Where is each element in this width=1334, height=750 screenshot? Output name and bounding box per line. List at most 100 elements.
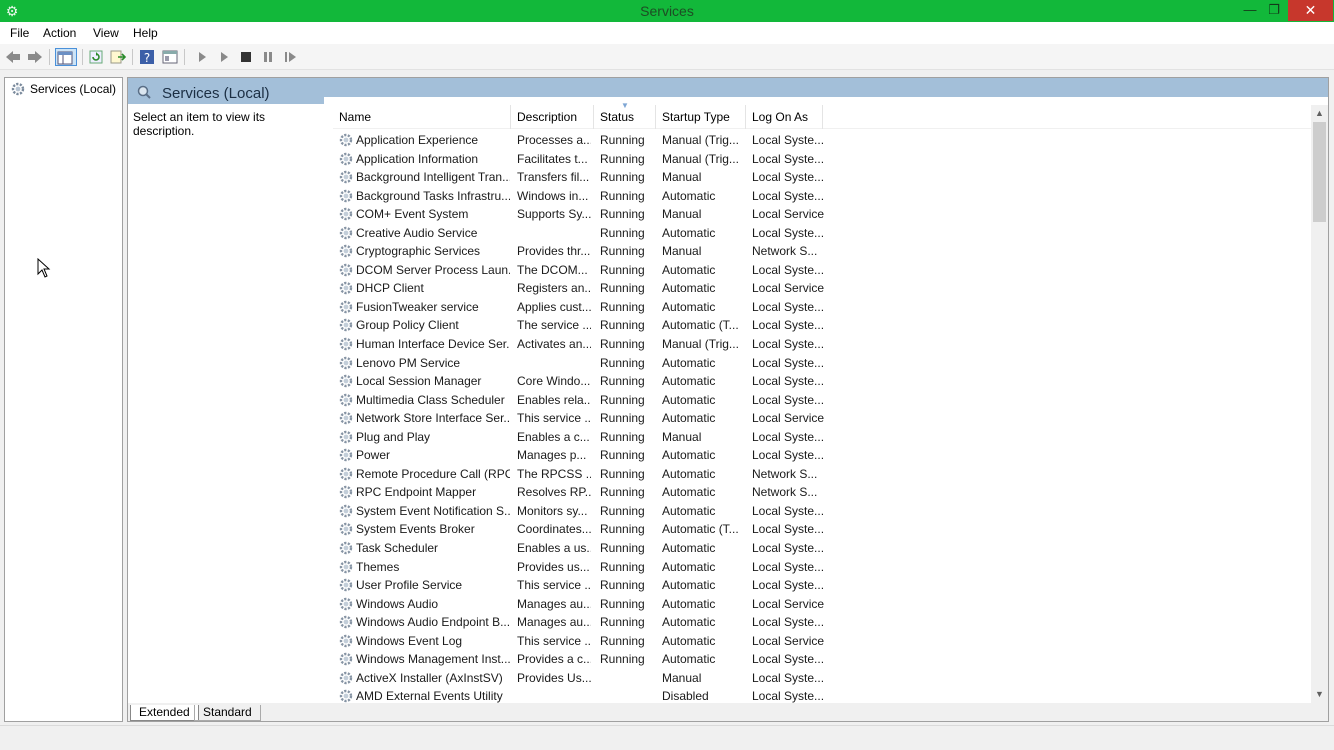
description-pane-text: Select an item to view its description. bbox=[133, 110, 266, 138]
service-startup-type: Automatic bbox=[662, 374, 716, 389]
toolbar-separator bbox=[49, 49, 50, 65]
gear-icon bbox=[339, 449, 353, 462]
tree-item-services-local[interactable]: Services (Local) bbox=[10, 81, 116, 97]
table-row[interactable]: Cryptographic Services Provides thr... Run… bbox=[333, 242, 1313, 261]
service-description bbox=[517, 224, 591, 242]
menu-file[interactable]: File bbox=[10, 26, 29, 40]
table-row[interactable]: COM+ Event System Supports Sy... Running Ma… bbox=[333, 205, 1313, 224]
service-name: Cryptographic Services bbox=[356, 244, 481, 259]
table-row[interactable]: Creative Audio Service Running Automatic Lo… bbox=[333, 224, 1313, 243]
stop-service-icon[interactable] bbox=[237, 48, 255, 66]
tab-standard[interactable]: Standard bbox=[194, 705, 261, 721]
menu-help[interactable]: Help bbox=[133, 26, 158, 40]
service-startup-type: Automatic bbox=[662, 355, 716, 370]
table-row[interactable]: DCOM Server Process Laun... The DCOM... Ru… bbox=[333, 261, 1313, 280]
service-startup-type: Manual (Trig... bbox=[662, 133, 739, 147]
scrollbar-thumb[interactable] bbox=[1313, 122, 1326, 222]
table-row[interactable]: Windows Audio Manages au... Running Automat… bbox=[333, 595, 1313, 614]
tab-extended[interactable]: Extended bbox=[130, 705, 199, 721]
service-log-on-as: Local Service bbox=[752, 207, 825, 222]
service-log-on-as: Local Syste... bbox=[752, 448, 825, 463]
table-row[interactable]: Human Interface Device Ser... Activates a… bbox=[333, 335, 1313, 354]
service-name: Windows Audio Endpoint B... bbox=[356, 615, 510, 630]
vertical-scrollbar[interactable]: ▲ ▼ bbox=[1311, 105, 1328, 703]
pause-service-icon[interactable] bbox=[259, 48, 277, 66]
menu-action[interactable]: Action bbox=[43, 26, 76, 40]
service-log-on-as: Local Syste... bbox=[752, 262, 825, 277]
forward-arrow-icon[interactable] bbox=[26, 48, 44, 66]
close-button[interactable]: ✕ bbox=[1288, 0, 1333, 21]
column-header-name[interactable]: Name bbox=[333, 105, 511, 129]
table-row[interactable]: ActiveX Installer (AxInstSV) Provides Us.… bbox=[333, 669, 1313, 688]
toolbar-separator bbox=[82, 49, 83, 65]
maximize-button[interactable]: ❐ bbox=[1260, 0, 1288, 21]
table-row[interactable]: Task Scheduler Enables a us... Running Auto… bbox=[333, 539, 1313, 558]
table-row[interactable]: Windows Management Inst... Provides a c..… bbox=[333, 650, 1313, 669]
table-row[interactable]: RPC Endpoint Mapper Resolves RP... Running… bbox=[333, 483, 1313, 502]
table-row[interactable]: Lenovo PM Service Running Automatic Local S… bbox=[333, 354, 1313, 373]
table-row[interactable]: Network Store Interface Ser... This servi… bbox=[333, 409, 1313, 428]
service-status: Running bbox=[600, 429, 645, 444]
service-status: Running bbox=[600, 244, 645, 259]
export-list-icon[interactable] bbox=[109, 48, 127, 66]
services-list: Application Experience Processes a... Runn… bbox=[333, 131, 1313, 706]
service-log-on-as: Local Syste... bbox=[752, 318, 825, 333]
column-header-startup-type[interactable]: Startup Type bbox=[656, 105, 746, 129]
table-row[interactable]: Plug and Play Enables a c... Running Manual… bbox=[333, 428, 1313, 447]
restart-service-icon[interactable] bbox=[282, 48, 300, 66]
table-row[interactable]: FusionTweaker service Applies cust... Runn… bbox=[333, 298, 1313, 317]
show-hide-console-tree-icon[interactable] bbox=[55, 48, 77, 66]
service-startup-type: Automatic (T... bbox=[662, 522, 739, 537]
table-row[interactable]: Windows Event Log This service ... Running… bbox=[333, 632, 1313, 651]
start-service-icon[interactable] bbox=[193, 48, 211, 66]
table-row[interactable]: Windows Audio Endpoint B... Manages au...… bbox=[333, 613, 1313, 632]
table-row[interactable]: User Profile Service This service ... Runn… bbox=[333, 576, 1313, 595]
table-row[interactable]: DHCP Client Registers an... Running Automat… bbox=[333, 279, 1313, 298]
table-row[interactable]: Local Session Manager Core Windo... Runnin… bbox=[333, 372, 1313, 391]
table-row[interactable]: Application Information Facilitates t... R… bbox=[333, 150, 1313, 169]
table-row[interactable]: Remote Procedure Call (RPC) The RPCSS ...… bbox=[333, 465, 1313, 484]
service-startup-type: Automatic bbox=[662, 596, 716, 611]
table-row[interactable]: Themes Provides us... Running Automatic Loca… bbox=[333, 558, 1313, 577]
service-status: Running bbox=[600, 299, 645, 314]
service-log-on-as: Local Syste... bbox=[752, 299, 825, 314]
start-service-alt-icon[interactable] bbox=[215, 48, 233, 66]
mouse-cursor-icon bbox=[37, 258, 51, 278]
service-name: Network Store Interface Ser... bbox=[356, 411, 510, 426]
service-name: Windows Audio bbox=[356, 596, 439, 611]
service-description: Resolves RP... bbox=[517, 485, 591, 500]
properties-icon[interactable] bbox=[161, 48, 179, 66]
table-header: Name Description Status Startup Type Log… bbox=[333, 102, 1313, 129]
gear-icon bbox=[339, 541, 353, 555]
menu-view[interactable]: View bbox=[93, 26, 119, 40]
service-description: Windows in... bbox=[517, 188, 589, 203]
table-row[interactable]: System Events Broker Coordinates... Runnin… bbox=[333, 520, 1313, 539]
table-row[interactable]: Group Policy Client The service ... Runnin… bbox=[333, 316, 1313, 335]
column-header-description[interactable]: Description bbox=[511, 105, 594, 129]
scroll-down-icon[interactable]: ▼ bbox=[1311, 686, 1328, 703]
service-log-on-as: Network S... bbox=[752, 244, 818, 259]
service-log-on-as: Local Syste... bbox=[752, 170, 825, 185]
service-startup-type: Manual bbox=[662, 244, 702, 259]
table-row[interactable]: Background Tasks Infrastru... Windows in.… bbox=[333, 187, 1313, 206]
gear-icon bbox=[339, 152, 353, 165]
table-row[interactable]: Background Intelligent Tran... Transfers … bbox=[333, 168, 1313, 187]
help-icon[interactable]: ? bbox=[138, 48, 156, 66]
table-row[interactable]: Multimedia Class Scheduler Enables rela..… bbox=[333, 391, 1313, 410]
table-row[interactable]: Power Manages p... Running Automatic Local S… bbox=[333, 446, 1313, 465]
table-row[interactable]: Application Experience Processes a... Runn… bbox=[333, 131, 1313, 150]
service-status: Running bbox=[600, 262, 645, 277]
menu-bar: File Action View Help bbox=[0, 22, 1334, 44]
column-header-log-on-as[interactable]: Log On As bbox=[746, 105, 823, 129]
service-status bbox=[600, 669, 658, 687]
scroll-up-icon[interactable]: ▲ bbox=[1311, 105, 1328, 122]
header-band-notch bbox=[324, 97, 1328, 104]
service-name: COM+ Event System bbox=[356, 207, 469, 222]
tree-item-label: Services (Local) bbox=[30, 82, 117, 96]
table-row[interactable]: System Event Notification S... Monitors s… bbox=[333, 502, 1313, 521]
service-description: Provides us... bbox=[517, 559, 590, 574]
service-description: Core Windo... bbox=[517, 374, 591, 389]
back-arrow-icon[interactable] bbox=[4, 48, 22, 66]
refresh-icon[interactable] bbox=[87, 48, 105, 66]
service-description: This service ... bbox=[517, 633, 591, 648]
